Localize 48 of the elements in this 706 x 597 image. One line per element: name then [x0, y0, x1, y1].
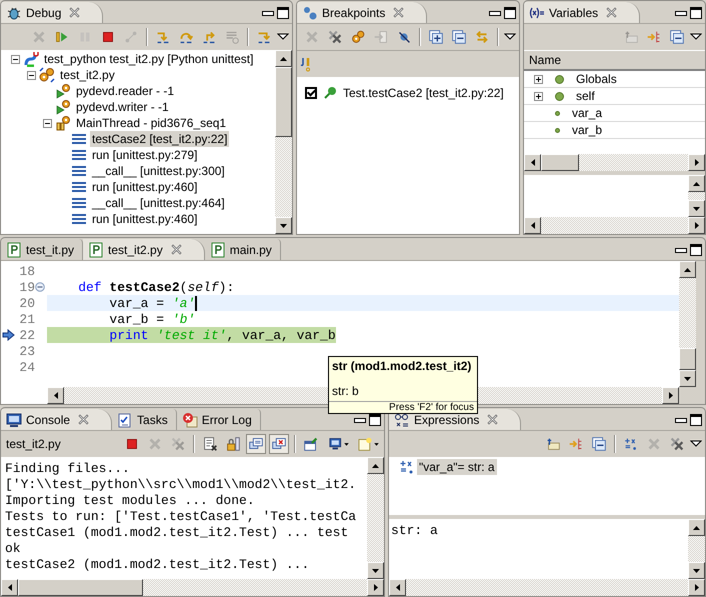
tree-item[interactable]: test_python test_it2.py [Python unittest] — [42, 51, 256, 67]
variable-name[interactable]: var_b — [572, 123, 602, 137]
tab[interactable]: test_it2.py — [83, 239, 205, 260]
console-line: testCase1 (mod1.mod2.test_it2.Test) ... test — [5, 525, 350, 541]
tab[interactable]: test_it.py — [1, 239, 84, 260]
tab[interactable]: Breakpoints — [297, 2, 428, 23]
expression-detail: str: a — [391, 523, 439, 539]
tree-item[interactable]: testCase2 [test_it2.py:22] — [90, 131, 230, 147]
tooltip-text: str: b — [331, 383, 360, 400]
console-line: ['Y:\\test_python\\src\\mod1\\mod2\\test_it2. — [5, 477, 358, 493]
line-number: 22 — [18, 328, 35, 342]
line-number: 18 — [18, 264, 35, 278]
tab[interactable]: Debug — [1, 2, 104, 23]
console-line: ok — [5, 541, 22, 557]
variable-name[interactable]: self — [576, 89, 595, 103]
tab[interactable]: Variables — [524, 2, 640, 23]
line-number: 23 — [18, 344, 35, 358]
tree-item[interactable]: MainThread - pid3676_seq1 — [74, 115, 228, 131]
tab[interactable]: main.py — [204, 239, 281, 260]
code-line: var_b = 'b' — [108, 310, 196, 328]
code-line: var_a = 'a' — [108, 294, 196, 312]
watch-expression[interactable]: "var_a"= str: a — [417, 459, 497, 475]
tree-item[interactable]: test_it2.py — [58, 67, 117, 83]
process-label: test_it2.py — [5, 437, 61, 451]
line-number: 24 — [18, 360, 35, 374]
line-number: 20 — [18, 296, 35, 310]
tab[interactable]: Error Log — [176, 409, 261, 430]
tooltip-title: str (mod1.mod2.test_it2) — [331, 358, 472, 373]
column-header[interactable]: Name — [524, 50, 705, 71]
console-line: testCase2 (mod1.mod2.test_it2.Test) ... — [5, 557, 310, 573]
variable-name[interactable]: Globals — [576, 72, 617, 86]
tree-item[interactable]: pydevd.reader - -1 — [74, 83, 176, 99]
line-number: 21 — [18, 312, 35, 326]
tree-item[interactable]: __call__ [unittest.py:464] — [90, 195, 227, 211]
tree-item[interactable]: run [unittest.py:279] — [90, 147, 200, 163]
line-number: 19 — [18, 280, 35, 294]
console-line: Importing test modules ... done. — [5, 493, 256, 509]
tree-item[interactable]: run [unittest.py:460] — [90, 211, 200, 227]
tree-item[interactable]: run [unittest.py:460] — [90, 179, 200, 195]
console-line: Tests to run: ['Test.testCase1', 'Test.testCa — [5, 509, 358, 525]
tooltip-hint: Press 'F2' for focus — [329, 401, 477, 413]
variable-name[interactable]: var_a — [572, 106, 602, 120]
tree-item[interactable]: __call__ [unittest.py:300] — [90, 163, 227, 179]
tree-item[interactable]: pydevd.writer - -1 — [74, 99, 171, 115]
console-line: Finding files... — [5, 461, 131, 477]
breakpoint-label[interactable]: Test.testCase2 [test_it2.py:22] — [343, 86, 504, 100]
tab[interactable]: Console — [1, 409, 112, 430]
code-line: def testCase2(self): — [77, 278, 234, 296]
